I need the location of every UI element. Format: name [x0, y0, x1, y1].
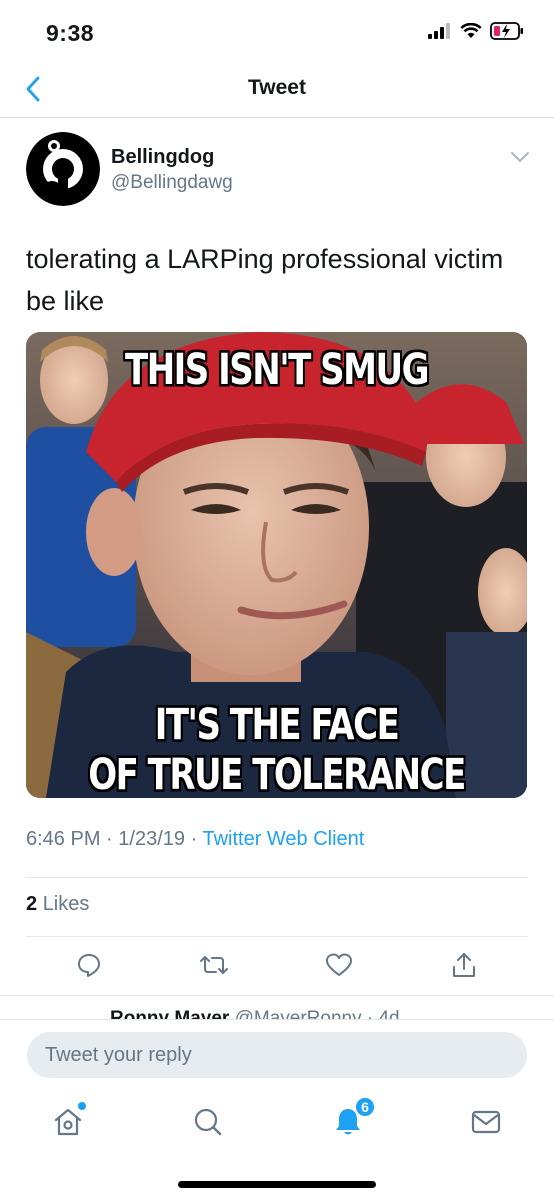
- heart-icon: [326, 953, 352, 976]
- mail-icon: [471, 1110, 501, 1134]
- reply-icon: [78, 954, 100, 977]
- tab-bar: 6: [0, 1090, 554, 1200]
- divider: [26, 877, 528, 878]
- status-icons: [428, 22, 524, 40]
- share-icon: [453, 953, 475, 977]
- likes-count: 2: [26, 893, 38, 915]
- cellular-signal-icon: [428, 23, 450, 39]
- likes-label: Likes: [42, 893, 90, 915]
- notifications-badge: 6: [354, 1096, 376, 1118]
- meme-bottom-line-2: OF TRUE TOLERANCE: [88, 750, 466, 798]
- tweet-text: tolerating a LARPing professional victim…: [26, 244, 504, 316]
- avatar[interactable]: [26, 132, 100, 206]
- avatar-logo-icon: [26, 132, 100, 206]
- meta-separator: ·: [106, 828, 113, 850]
- search-icon: [194, 1108, 222, 1136]
- reply-composer: Tweet your reply: [0, 1019, 554, 1090]
- tweet-header: Bellingdog @Bellingdawg: [26, 128, 534, 208]
- tweet-image[interactable]: THIS ISN'T SMUG IT'S THE FACE OF TRUE TO…: [26, 332, 527, 798]
- retweet-button[interactable]: [197, 948, 231, 982]
- home-indicator: [178, 1181, 376, 1188]
- tweet-client-link[interactable]: Twitter Web Client: [202, 828, 364, 850]
- tab-notifications[interactable]: 6: [328, 1096, 376, 1142]
- tab-home[interactable]: [48, 1102, 88, 1142]
- likes-link[interactable]: 2 Likes: [26, 893, 89, 916]
- like-button[interactable]: [322, 948, 356, 982]
- meme-bottom-line-1: IT'S THE FACE: [154, 700, 400, 750]
- chevron-down-icon[interactable]: [510, 150, 530, 164]
- tweet-time: 6:46 PM: [26, 828, 101, 850]
- divider: [26, 936, 528, 937]
- battery-charging-icon: [490, 22, 523, 40]
- author-handle[interactable]: @Bellingdawg: [111, 172, 233, 194]
- meme-top-caption: THIS ISN'T SMUG: [125, 345, 430, 395]
- tweet-date: 1/23/19: [118, 828, 186, 850]
- home-icon: [54, 1108, 82, 1136]
- nav-bar: Tweet: [0, 62, 554, 118]
- wifi-icon: [460, 23, 482, 38]
- tweet-actions: [0, 948, 554, 988]
- tweet-meta: 6:46 PM · 1/23/19 · Twitter Web Client: [26, 828, 364, 851]
- retweet-icon: [200, 956, 228, 974]
- status-bar: 9:38: [0, 0, 554, 62]
- meta-separator: ·: [190, 828, 198, 850]
- tab-messages[interactable]: [466, 1102, 506, 1142]
- reply-preview[interactable]: Ronny Mayer @MayerRonny · 4d: [0, 1002, 554, 1020]
- reply-input[interactable]: Tweet your reply: [27, 1032, 527, 1078]
- home-new-indicator: [78, 1102, 86, 1110]
- reply-button[interactable]: [72, 948, 106, 982]
- author-name[interactable]: Bellingdog: [111, 146, 214, 169]
- status-time: 9:38: [46, 20, 95, 46]
- page-title: Tweet: [248, 76, 306, 99]
- share-button[interactable]: [447, 948, 481, 982]
- meme-bottom-caption: IT'S THE FACE OF TRUE TOLERANCE: [26, 700, 527, 798]
- tab-search[interactable]: [188, 1102, 228, 1142]
- divider: [0, 995, 554, 996]
